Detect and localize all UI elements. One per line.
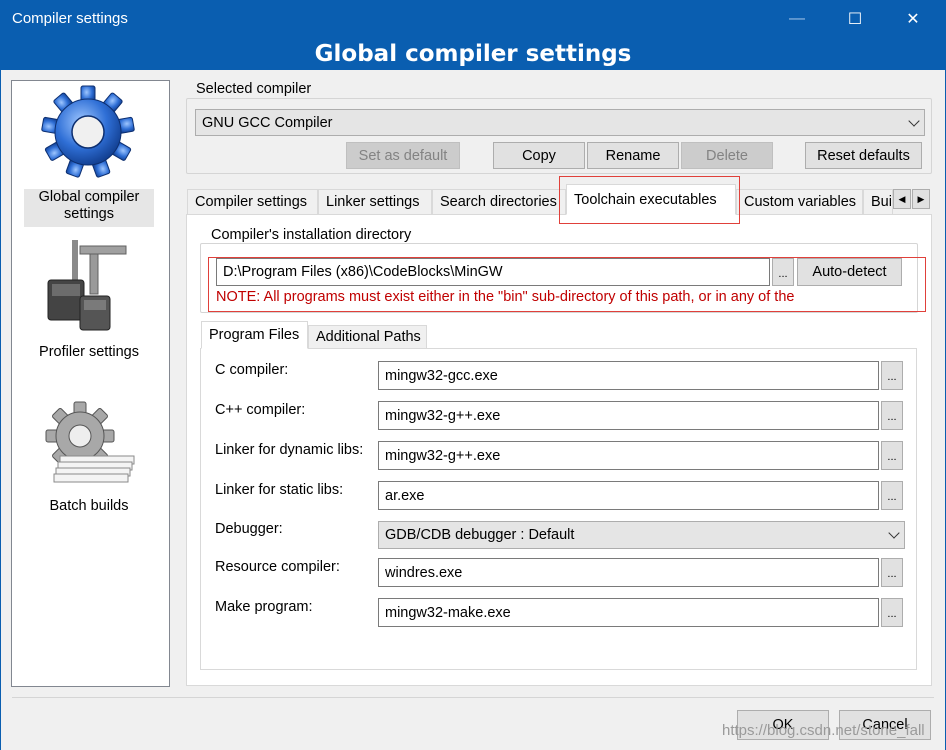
profiler-icon[interactable] [40,236,140,336]
category-global-compiler-settings[interactable]: Global compiler settings [24,189,154,227]
make-program-label: Make program: [215,599,313,615]
triangle-right-icon: ▶ [917,193,925,204]
maximize-button[interactable]: ☐ [832,0,878,38]
tab-custom-variables[interactable]: Custom variables [736,189,863,214]
c-compiler-label: C compiler: [215,362,289,378]
highlight-box-tab [559,176,740,224]
chevron-down-icon [888,527,900,539]
rename-button[interactable]: Rename [587,142,679,169]
reset-defaults-button[interactable]: Reset defaults [805,142,922,169]
c-compiler-browse-button[interactable]: ... [881,361,903,390]
static-linker-label: Linker for static libs: [215,482,344,498]
category-label: Global compiler settings [38,189,140,222]
copy-button[interactable]: Copy [493,142,585,169]
c-compiler-input[interactable]: mingw32-gcc.exe [378,361,879,390]
tab-compiler-settings[interactable]: Compiler settings [187,189,318,214]
window-title: Compiler settings [12,10,128,27]
category-label: Profiler settings [39,344,139,360]
compiler-select[interactable]: GNU GCC Compiler [195,109,925,136]
category-batch-builds[interactable]: Batch builds [24,498,154,516]
page-banner: Global compiler settings [0,38,946,70]
category-profiler-settings[interactable]: Profiler settings [24,344,154,362]
dynamic-linker-input[interactable]: mingw32-g++.exe [378,441,879,470]
set-as-default-button[interactable]: Set as default [346,142,460,169]
resource-compiler-input[interactable]: windres.exe [378,558,879,587]
tab-scroll-right[interactable]: ▶ [912,189,930,209]
selected-compiler-label: Selected compiler [193,81,315,97]
install-dir-label: Compiler's installation directory [208,227,415,243]
compiler-select-value: GNU GCC Compiler [202,114,333,131]
delete-button[interactable]: Delete [681,142,773,169]
chevron-down-icon [908,114,920,127]
dynamic-linker-label: Linker for dynamic libs: [215,442,364,458]
tab-linker-settings[interactable]: Linker settings [318,189,432,214]
resource-compiler-label: Resource compiler: [215,559,340,575]
tab-search-directories[interactable]: Search directories [432,189,566,214]
batch-builds-icon[interactable] [38,400,142,488]
make-program-input[interactable]: mingw32-make.exe [378,598,879,627]
static-linker-browse-button[interactable]: ... [881,481,903,510]
cpp-compiler-browse-button[interactable]: ... [881,401,903,430]
minimize-button[interactable]: — [774,0,820,38]
highlight-box-install-dir [208,257,926,312]
watermark: https://blog.csdn.net/stone_fall [722,722,925,739]
debugger-select-value: GDB/CDB debugger : Default [385,527,575,543]
footer-divider [12,697,934,698]
cpp-compiler-input[interactable]: mingw32-g++.exe [378,401,879,430]
static-linker-input[interactable]: ar.exe [378,481,879,510]
window-border-left [0,70,1,750]
subtab-program-files[interactable]: Program Files [201,321,308,349]
cpp-compiler-label: C++ compiler: [215,402,306,418]
close-button[interactable]: ✕ [890,0,936,38]
debugger-label: Debugger: [215,521,283,537]
category-label: Batch builds [49,498,129,514]
dynamic-linker-browse-button[interactable]: ... [881,441,903,470]
tab-build-options[interactable]: Bui [863,189,893,214]
resource-compiler-browse-button[interactable]: ... [881,558,903,587]
debugger-select[interactable]: GDB/CDB debugger : Default [378,521,905,549]
tab-scroll-left[interactable]: ◀ [893,189,911,209]
gear-icon[interactable] [35,84,145,184]
subtab-additional-paths[interactable]: Additional Paths [308,325,427,348]
make-program-browse-button[interactable]: ... [881,598,903,627]
triangle-left-icon: ◀ [898,193,906,204]
